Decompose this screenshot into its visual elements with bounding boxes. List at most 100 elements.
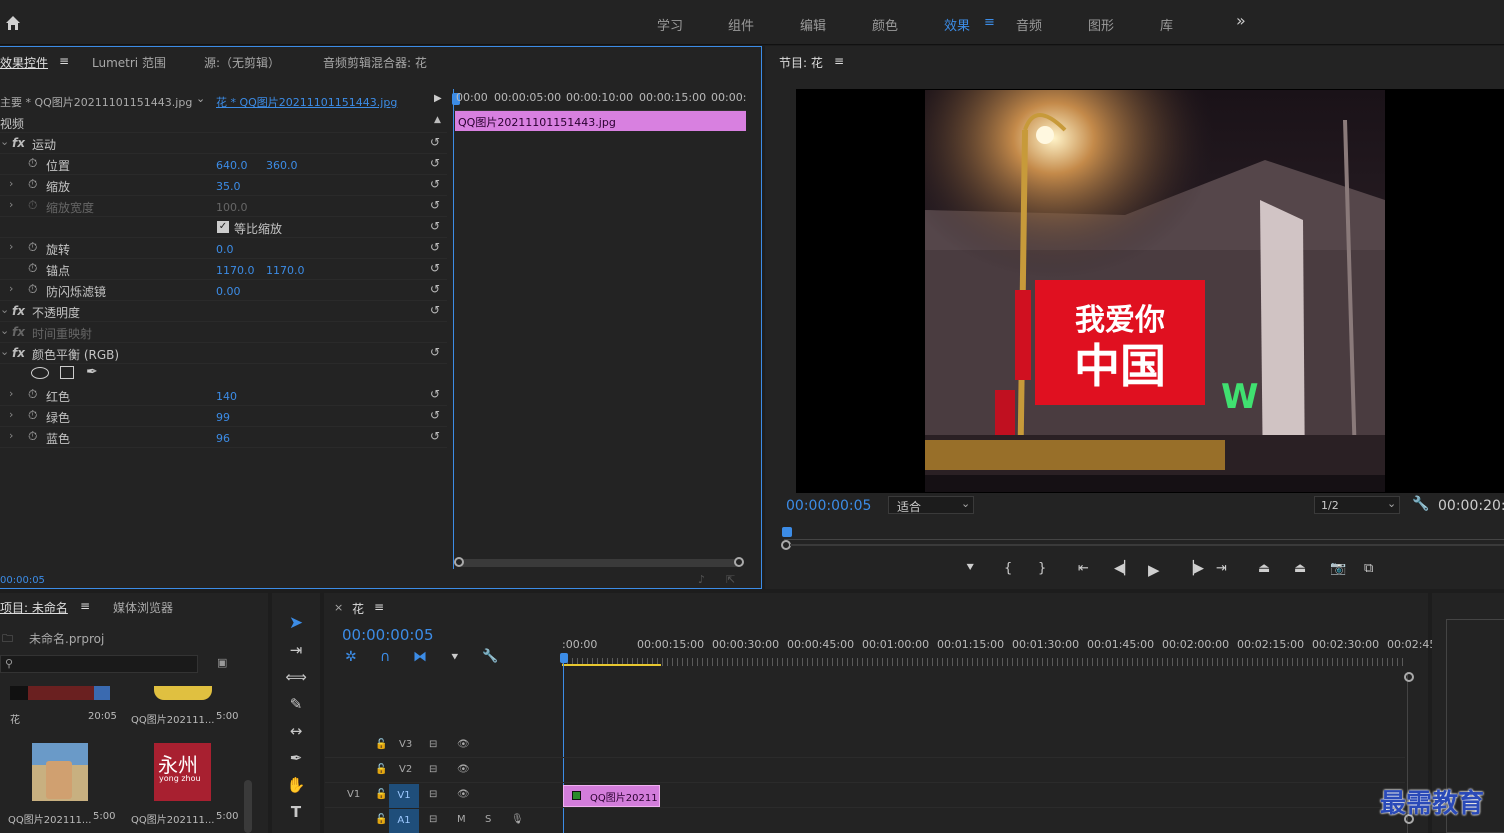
razor-tool-icon[interactable]: ✎ [285, 693, 307, 715]
wrench-icon[interactable]: 🔧 [1412, 496, 1429, 512]
step-back-icon[interactable]: ◀▏ [1114, 561, 1134, 576]
reset-icon[interactable]: ↺ [430, 387, 440, 401]
microphone-icon[interactable]: 🎙 [511, 814, 524, 825]
source-patch-v1[interactable]: V1 [347, 789, 360, 800]
pen-tool-icon[interactable]: ✒ [285, 747, 307, 769]
ellipse-mask-icon[interactable] [31, 367, 49, 379]
project-menu-icon[interactable]: ≡ [80, 599, 90, 613]
play-triangle-icon[interactable]: ▶ [434, 93, 442, 104]
tab-effect-controls[interactable]: 效果控件 [0, 54, 48, 71]
solo-button[interactable]: S [485, 814, 491, 825]
camera-icon[interactable]: 📷 [1330, 561, 1346, 576]
reset-icon[interactable]: ↺ [430, 345, 440, 359]
new-bin-icon[interactable]: ▣ [217, 656, 227, 669]
chevron-right-icon[interactable]: › [9, 198, 13, 211]
workspace-effects[interactable]: 效果 [944, 15, 970, 34]
reset-icon[interactable]: ↺ [430, 261, 440, 275]
close-icon[interactable]: × [334, 601, 343, 614]
home-icon[interactable] [4, 14, 22, 32]
property-value[interactable]: 0.0 [216, 243, 234, 256]
reset-icon[interactable]: ↺ [430, 135, 440, 149]
program-scrub-bar[interactable] [782, 527, 1504, 540]
project-scrollbar[interactable] [244, 780, 252, 833]
snap-icon[interactable]: ∩ [380, 649, 390, 665]
work-area-bar[interactable] [562, 664, 661, 666]
property-row[interactable]: ⌄ fx 运动 ↺ [0, 133, 447, 154]
uniform-scale-checkbox[interactable]: ✓ [217, 221, 229, 233]
step-forward-icon[interactable]: ▕▶ [1184, 561, 1204, 576]
program-menu-icon[interactable]: ≡ [834, 54, 844, 68]
timeline-menu-icon[interactable]: ≡ [374, 600, 384, 614]
slip-tool-icon[interactable]: ↔ [285, 720, 307, 742]
export-icon[interactable]: ⇱ [726, 573, 735, 586]
thumb-qq-1[interactable] [154, 686, 212, 700]
chevron-icon[interactable]: ⌄ [0, 324, 9, 337]
mark-in-icon[interactable]: { [1004, 561, 1012, 576]
hand-tool-icon[interactable]: ✋ [285, 774, 307, 796]
ripple-edit-tool-icon[interactable]: ⟺ [285, 666, 307, 688]
reset-icon[interactable]: ↺ [430, 303, 440, 317]
timeline-clip[interactable]: QQ图片20211 [563, 785, 660, 807]
program-monitor-title[interactable]: 节目: 花 [779, 54, 823, 71]
property-row[interactable]: › ⏱ 防闪烁滤镜 0.00 ↺ [0, 280, 447, 301]
eye-icon[interactable]: 👁 [457, 739, 470, 750]
workspace-libraries[interactable]: 库 [1160, 15, 1173, 34]
resolution-dropdown[interactable]: 1/2 ⌄ [1314, 496, 1400, 514]
stopwatch-icon[interactable]: ⏱ [28, 240, 37, 255]
program-viewer[interactable]: 我爱你 中国 W [796, 89, 1504, 493]
chevron-right-icon[interactable]: › [9, 282, 13, 295]
stopwatch-icon[interactable]: ⏱ [28, 282, 37, 297]
reset-icon[interactable]: ↺ [430, 408, 440, 422]
chevron-icon[interactable]: ⌄ [0, 303, 9, 316]
selection-tool-icon[interactable]: ➤ [285, 612, 307, 634]
property-value-2[interactable]: 1170.0 [266, 264, 305, 277]
linked-selection-icon[interactable]: ⧓ [413, 649, 427, 665]
program-playhead[interactable] [782, 527, 792, 537]
mute-button[interactable]: M [457, 814, 466, 825]
stopwatch-icon[interactable]: ⏱ [28, 177, 37, 192]
wrench-icon[interactable]: 🔧 [482, 649, 498, 664]
type-tool-icon[interactable]: T [285, 801, 307, 823]
extract-icon[interactable]: ⏏ [1294, 561, 1306, 576]
scroll-up-icon[interactable]: ▲ [434, 115, 441, 125]
sync-lock-icon[interactable]: ⊟ [429, 739, 437, 750]
tab-project[interactable]: 项目: 未命名 [0, 599, 68, 616]
sync-lock-icon[interactable]: ⊟ [429, 814, 437, 825]
lock-icon[interactable]: 🔓 [375, 814, 387, 825]
stopwatch-icon[interactable]: ⏱ [28, 156, 37, 171]
effect-controls-menu-icon[interactable]: ≡ [59, 54, 69, 68]
property-value[interactable]: 100.0 [216, 201, 248, 214]
tab-source[interactable]: 源:（无剪辑） [204, 54, 280, 71]
reset-icon[interactable]: ↺ [430, 219, 440, 233]
nest-icon[interactable]: ✲ [345, 649, 357, 665]
lock-icon[interactable]: 🔓 [375, 789, 387, 800]
reset-icon[interactable]: ↺ [430, 177, 440, 191]
add-marker-icon[interactable]: ⯆ [965, 561, 975, 576]
property-row[interactable]: ⌄ fx 时间重映射 [0, 322, 447, 343]
workspace-learn[interactable]: 学习 [657, 15, 683, 34]
chevron-right-icon[interactable]: › [9, 387, 13, 400]
property-value[interactable]: 96 [216, 432, 230, 445]
property-row[interactable]: ⏱ 位置 640.0 360.0 ↺ [0, 154, 447, 175]
play-icon[interactable]: ▶ [1148, 561, 1160, 579]
property-value-2[interactable]: 360.0 [266, 159, 298, 172]
property-row[interactable]: › ⏱ 绿色 99 ↺ [0, 406, 447, 427]
audio-icon[interactable]: ♪ [698, 573, 705, 586]
property-row[interactable]: ⌄ fx 不透明度 ↺ [0, 301, 447, 322]
comparison-view-icon[interactable]: ⧉ [1364, 561, 1373, 576]
add-marker-icon[interactable]: ⯆ [450, 650, 460, 665]
property-row[interactable]: ✓ 等比缩放 ↺ [0, 217, 447, 238]
eye-icon[interactable]: 👁 [457, 789, 470, 800]
thumb-qq-2[interactable] [32, 743, 88, 801]
chevron-right-icon[interactable]: › [9, 177, 13, 190]
go-to-in-icon[interactable]: ⇤ [1078, 561, 1089, 576]
workspace-assembly[interactable]: 组件 [728, 15, 754, 34]
chevron-right-icon[interactable]: › [9, 429, 13, 442]
rectangle-mask-icon[interactable] [60, 366, 74, 379]
property-row[interactable]: › ⏱ 缩放 35.0 ↺ [0, 175, 447, 196]
chevron-right-icon[interactable]: › [9, 408, 13, 421]
workspace-editing[interactable]: 编辑 [800, 15, 826, 34]
tab-audio-clip-mixer[interactable]: 音频剪辑混合器: 花 [323, 54, 427, 71]
fx-toggle-icon[interactable]: fx [12, 304, 25, 318]
timeline-timecode[interactable]: 00:00:00:05 [342, 626, 434, 644]
